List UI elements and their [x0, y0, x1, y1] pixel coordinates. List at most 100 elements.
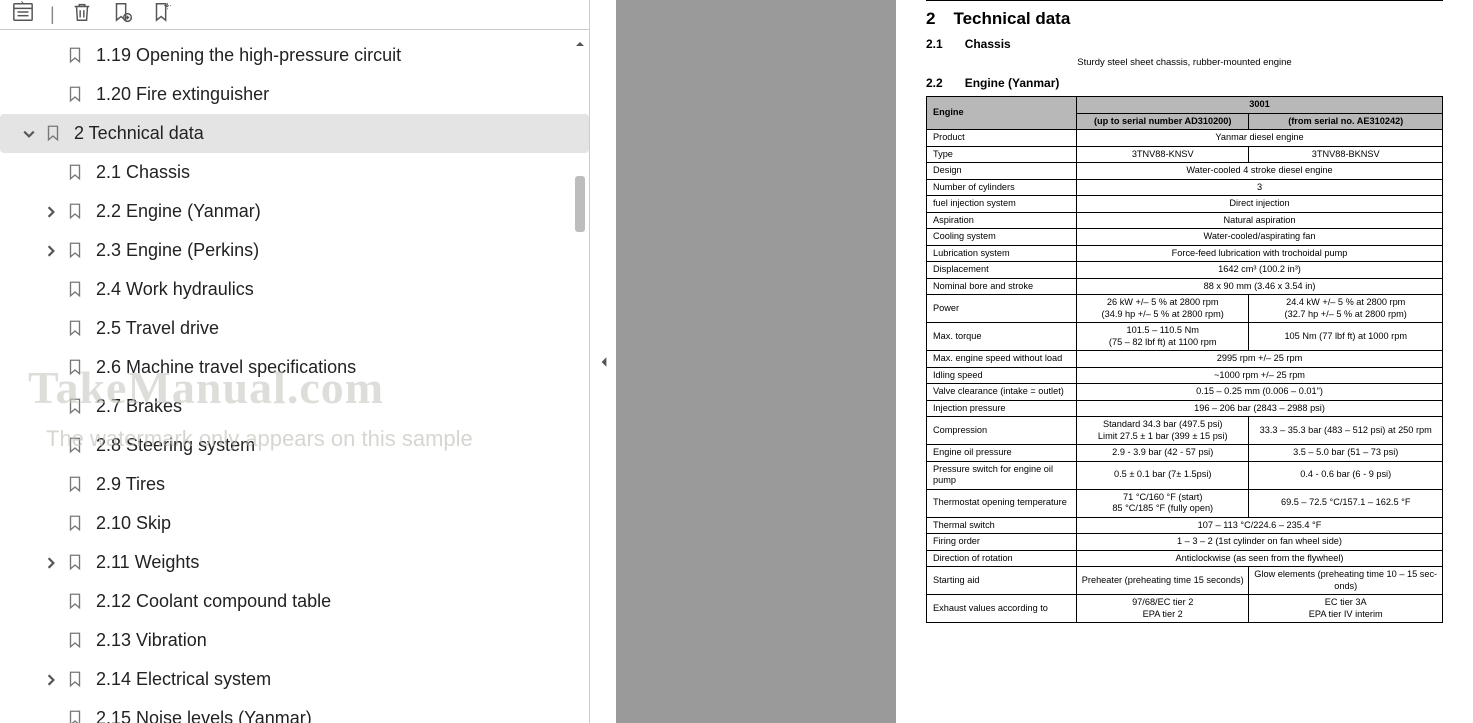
chevron-right-icon[interactable]	[40, 557, 62, 569]
outline-item[interactable]: 2.5 Travel drive	[0, 309, 589, 348]
row-value-b: 24.4 kW +/– 5 % at 2800 rpm(32.7 hp +/– …	[1249, 295, 1443, 323]
outline-item[interactable]: 2.3 Engine (Perkins)	[0, 231, 589, 270]
outline-item-label: 2.4 Work hydraulics	[96, 279, 254, 300]
row-label: Engine oil pressure	[927, 445, 1077, 462]
scroll-up-icon[interactable]	[573, 36, 587, 52]
bookmark-icon	[66, 397, 86, 417]
bookmark-settings-icon[interactable]	[149, 1, 175, 28]
table-row: Cooling systemWater-cooled/aspirating fa…	[927, 229, 1443, 246]
table-row: fuel injection systemDirect injection	[927, 196, 1443, 213]
bookmark-icon	[66, 553, 86, 573]
th-model: 3001	[1077, 97, 1443, 114]
row-label: Max. torque	[927, 323, 1077, 351]
collapse-sidebar-icon[interactable]	[597, 352, 611, 372]
chassis-note: Sturdy steel sheet chassis, rubber-mount…	[926, 57, 1443, 68]
page-subsection-engine: 2.2Engine (Yanmar)	[926, 76, 1443, 90]
row-value: Natural aspiration	[1077, 212, 1443, 229]
row-value-a: Standard 34.3 bar (497.5 psi)Limit 27.5 …	[1077, 417, 1249, 445]
outline-tree: 1.19 Opening the high-pressure circuit1.…	[0, 36, 589, 723]
table-row: Starting aidPreheater (preheating time 1…	[927, 567, 1443, 595]
chevron-right-icon[interactable]	[40, 245, 62, 257]
scroll-thumb[interactable]	[575, 176, 585, 232]
outline-item-label: 2.9 Tires	[96, 474, 165, 495]
table-row: ProductYanmar diesel engine	[927, 130, 1443, 147]
outline-item[interactable]: 2.14 Electrical system	[0, 660, 589, 699]
row-value-a: 3TNV88-KNSV	[1077, 146, 1249, 163]
outline-item[interactable]: 2.15 Noise levels (Yanmar)	[0, 699, 589, 723]
outline-item[interactable]: 2.9 Tires	[0, 465, 589, 504]
row-label: Direction of rotation	[927, 550, 1077, 567]
row-value: 1642 cm³ (100.2 in³)	[1077, 262, 1443, 279]
outline-item[interactable]: 2 Technical data	[0, 114, 589, 153]
row-value-a: 101.5 – 110.5 Nm(75 – 82 lbf ft) at 1100…	[1077, 323, 1249, 351]
row-label: Product	[927, 130, 1077, 147]
row-value-b: 33.3 – 35.3 bar (483 – 512 psi) at 250 r…	[1249, 417, 1443, 445]
row-label: Max. engine speed without load	[927, 351, 1077, 368]
bookmark-icon	[66, 670, 86, 690]
row-label: Thermostat opening temperature	[927, 489, 1077, 517]
outline-item[interactable]: 2.2 Engine (Yanmar)	[0, 192, 589, 231]
row-label: Aspiration	[927, 212, 1077, 229]
bookmark-icon	[66, 709, 86, 723]
outline-view-icon[interactable]	[10, 1, 36, 28]
row-value-a: 2.9 - 3.9 bar (42 - 57 psi)	[1077, 445, 1249, 462]
row-value: 1 – 3 – 2 (1st cylinder on fan wheel sid…	[1077, 534, 1443, 551]
table-row: Injection pressure196 – 206 bar (2843 – …	[927, 400, 1443, 417]
chevron-right-icon[interactable]	[40, 674, 62, 686]
outline-item-label: 2.15 Noise levels (Yanmar)	[96, 708, 312, 723]
row-value-b: 0.4 - 0.6 bar (6 - 9 psi)	[1249, 461, 1443, 489]
outline-item[interactable]: 2.8 Steering system	[0, 426, 589, 465]
outline-item[interactable]: 2.13 Vibration	[0, 621, 589, 660]
row-value-b: Glow elements (preheating time 10 – 15 s…	[1249, 567, 1443, 595]
page-section-title: 2Technical data	[926, 9, 1443, 29]
bookmark-icon	[66, 436, 86, 456]
outline-item[interactable]: 2.1 Chassis	[0, 153, 589, 192]
outline-item[interactable]: 2.7 Brakes	[0, 387, 589, 426]
outline-item[interactable]: 1.20 Fire extinguisher	[0, 75, 589, 114]
table-row: Max. torque101.5 – 110.5 Nm(75 – 82 lbf …	[927, 323, 1443, 351]
table-row: Displacement1642 cm³ (100.2 in³)	[927, 262, 1443, 279]
bookmark-icon	[66, 280, 86, 300]
outline-item-label: 2.6 Machine travel specifications	[96, 357, 356, 378]
row-value: Water-cooled 4 stroke diesel engine	[1077, 163, 1443, 180]
sidebar-scrollbar[interactable]	[573, 36, 587, 723]
chevron-right-icon[interactable]	[40, 206, 62, 218]
outline-item[interactable]: 2.11 Weights	[0, 543, 589, 582]
bookmark-icon	[66, 85, 86, 105]
bookmark-icon	[66, 592, 86, 612]
row-label: Cooling system	[927, 229, 1077, 246]
row-label: Pressure switch for engine oil pump	[927, 461, 1077, 489]
page-subsection-chassis: 2.1Chassis	[926, 37, 1443, 51]
chevron-down-icon[interactable]	[18, 128, 40, 140]
bookmark-icon	[66, 319, 86, 339]
outline-item[interactable]: 2.12 Coolant compound table	[0, 582, 589, 621]
table-row: Max. engine speed without load2995 rpm +…	[927, 351, 1443, 368]
table-row: Power26 kW +/– 5 % at 2800 rpm(34.9 hp +…	[927, 295, 1443, 323]
outline-item[interactable]: 2.4 Work hydraulics	[0, 270, 589, 309]
table-row: Thermostat opening temperature71 °C/160 …	[927, 489, 1443, 517]
row-value: Anticlockwise (as seen from the flywheel…	[1077, 550, 1443, 567]
row-value-b: 3.5 – 5.0 bar (51 – 73 psi)	[1249, 445, 1443, 462]
row-label: Injection pressure	[927, 400, 1077, 417]
row-value-b: 105 Nm (77 lbf ft) at 1000 rpm	[1249, 323, 1443, 351]
table-row: Firing order1 – 3 – 2 (1st cylinder on f…	[927, 534, 1443, 551]
row-label: Displacement	[927, 262, 1077, 279]
table-row: Idling speed~1000 rpm +/– 25 rpm	[927, 367, 1443, 384]
delete-bookmark-icon[interactable]	[69, 1, 95, 28]
outline-item-label: 2.10 Skip	[96, 513, 171, 534]
row-value: 107 – 113 °C/224.6 – 235.4 °F	[1077, 517, 1443, 534]
outline-item[interactable]: 2.6 Machine travel specifications	[0, 348, 589, 387]
row-value-a: 0.5 ± 0.1 bar (7± 1.5psi)	[1077, 461, 1249, 489]
row-value-b: 69.5 – 72.5 °C/157.1 – 162.5 °F	[1249, 489, 1443, 517]
row-value-a: Preheater (preheating time 15 seconds)	[1077, 567, 1249, 595]
table-row: Engine oil pressure2.9 - 3.9 bar (42 - 5…	[927, 445, 1443, 462]
row-value: ~1000 rpm +/– 25 rpm	[1077, 367, 1443, 384]
add-bookmark-icon[interactable]	[109, 1, 135, 28]
sidebar-toolbar: |	[0, 0, 589, 30]
bookmark-icon	[66, 475, 86, 495]
outline-item[interactable]: 2.10 Skip	[0, 504, 589, 543]
outline-item[interactable]: 1.19 Opening the high-pressure circuit	[0, 36, 589, 75]
row-label: Thermal switch	[927, 517, 1077, 534]
row-value-a: 26 kW +/– 5 % at 2800 rpm(34.9 hp +/– 5 …	[1077, 295, 1249, 323]
row-label: Power	[927, 295, 1077, 323]
